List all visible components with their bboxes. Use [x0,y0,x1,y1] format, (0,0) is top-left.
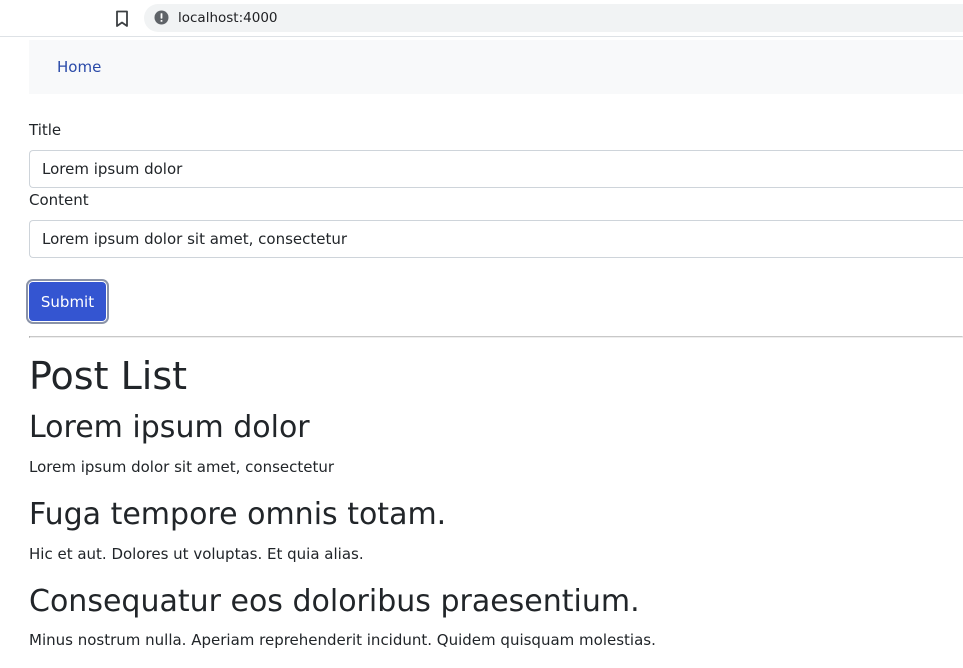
bookmark-icon[interactable] [115,10,129,28]
info-icon[interactable] [154,10,169,25]
post-title: Consequatur eos doloribus praesentium. [29,584,640,619]
url-text[interactable]: localhost:4000 [178,10,278,27]
post-title: Fuga tempore omnis totam. [29,497,447,532]
title-label: Title [29,121,62,139]
nav-home-link[interactable]: Home [57,57,101,77]
page-title: Post List [29,354,188,398]
divider [29,336,963,338]
content-input[interactable] [29,220,963,258]
browser-toolbar: localhost:4000 [0,0,963,37]
submit-button[interactable]: Submit [29,282,106,321]
post-content: Hic et aut. Dolores ut voluptas. Et quia… [29,545,364,563]
content-label: Content [29,191,89,209]
title-input[interactable] [29,150,963,188]
post-content: Minus nostrum nulla. Aperiam reprehender… [29,631,656,649]
post-content: Lorem ipsum dolor sit amet, consectetur [29,458,335,476]
navbar: Home [29,40,963,94]
post-title: Lorem ipsum dolor [29,410,310,445]
